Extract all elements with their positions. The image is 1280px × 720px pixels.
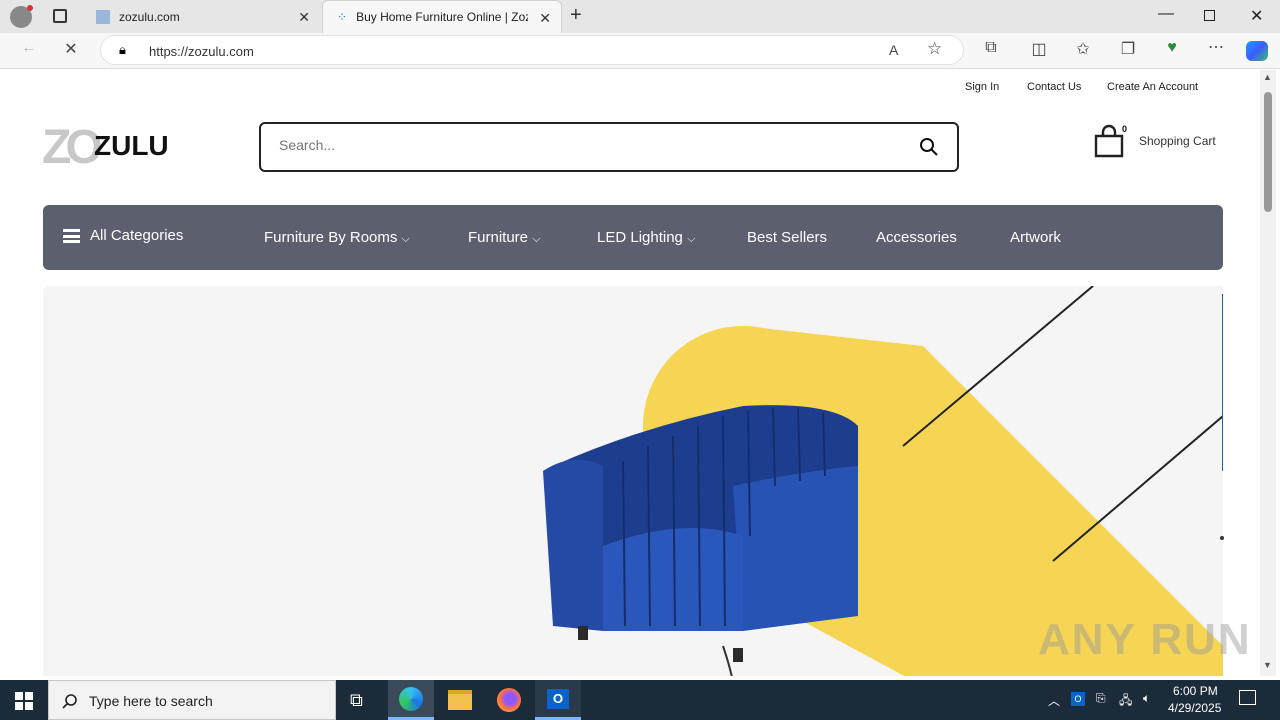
scrollbar-thumb[interactable]: [1264, 92, 1272, 212]
search-icon[interactable]: [919, 137, 939, 157]
more-menu-icon[interactable]: ⋯: [1205, 37, 1227, 57]
collections-icon[interactable]: ❐: [1117, 39, 1139, 59]
minimize-icon[interactable]: —: [1158, 5, 1174, 23]
nav-artwork[interactable]: Artwork: [1010, 229, 1061, 246]
tab-title: Buy Home Furniture Online | Zoz: [356, 10, 529, 24]
favorites-icon[interactable]: ✩: [1072, 39, 1094, 59]
lock-icon[interactable]: 🔒︎: [119, 42, 126, 58]
site-logo[interactable]: ZO ZULU: [42, 121, 182, 174]
nav-accessories[interactable]: Accessories: [876, 229, 957, 246]
page-scrollbar[interactable]: ▲ ▼: [1260, 70, 1276, 676]
nav-label: Artwork: [1010, 229, 1061, 246]
nav-label: Furniture: [468, 229, 529, 246]
nav-label: Furniture By Rooms: [264, 229, 398, 246]
nav-led-lighting[interactable]: LED Lighting ⌵: [597, 229, 695, 246]
shopping-bag-icon: [1094, 124, 1124, 158]
search-input[interactable]: [279, 137, 899, 153]
address-bar[interactable]: 🔒︎ https://zozulu.com A ☆: [100, 35, 964, 65]
network-icon[interactable]: 🖧︎: [1119, 691, 1132, 712]
nav-best-sellers[interactable]: Best Sellers: [747, 229, 827, 246]
new-tab-icon[interactable]: +: [570, 4, 582, 27]
sign-in-link[interactable]: Sign In: [965, 81, 999, 93]
extensions-icon[interactable]: ⧉: [980, 39, 1002, 57]
windows-start-icon[interactable]: [15, 692, 33, 710]
main-navigation: All Categories Furniture By Rooms ⌵ Furn…: [43, 205, 1223, 270]
all-categories-label: All Categories: [90, 227, 184, 244]
read-aloud-icon[interactable]: A: [889, 42, 898, 58]
chevron-down-icon: ⌵: [532, 233, 541, 245]
notifications-icon[interactable]: [1239, 690, 1256, 705]
task-view-icon[interactable]: ⧉: [350, 690, 363, 711]
search-box[interactable]: [259, 122, 959, 172]
split-screen-icon[interactable]: ◫: [1028, 39, 1050, 59]
close-window-icon[interactable]: ✕: [1250, 6, 1263, 26]
edge-logo: [399, 687, 423, 711]
contact-us-link[interactable]: Contact Us: [1027, 81, 1081, 93]
file-explorer-icon[interactable]: [448, 690, 472, 710]
meet-now-icon[interactable]: ⎘: [1096, 691, 1106, 706]
clock-date[interactable]: 4/29/2025: [1168, 701, 1221, 715]
stop-loading-icon[interactable]: ✕: [60, 39, 82, 59]
search-icon: [62, 694, 77, 709]
tab-zozulu[interactable]: zozulu.com ✕: [84, 0, 320, 33]
tab-title: zozulu.com: [119, 9, 180, 24]
loading-icon: ⁘: [337, 10, 348, 24]
taskbar-search-placeholder: Type here to search: [89, 693, 213, 709]
show-hidden-icons[interactable]: ︿: [1048, 692, 1060, 709]
tab-actions-icon[interactable]: [53, 9, 67, 23]
firefox-icon[interactable]: [497, 688, 521, 712]
nav-label: Accessories: [876, 229, 957, 246]
profile-notification-dot: [27, 5, 33, 11]
windows-taskbar: Type here to search ⧉ O ︿ O ⎘ 🖧︎ 🔈︎ 6:00…: [0, 680, 1280, 720]
tab-buy-home-furniture[interactable]: ⁘ Buy Home Furniture Online | Zoz ✕: [322, 0, 562, 33]
outlook-logo: O: [547, 689, 569, 709]
clock-time[interactable]: 6:00 PM: [1173, 684, 1218, 698]
cart-count-badge: 0: [1122, 124, 1128, 134]
edge-taskbar-icon[interactable]: [388, 680, 434, 720]
carousel-dot[interactable]: [1220, 536, 1224, 540]
logo-mark: ZO: [42, 121, 103, 174]
blue-armchair: [543, 405, 858, 676]
hamburger-middle-bar: [63, 234, 80, 238]
restore-icon[interactable]: [1204, 10, 1215, 21]
nav-furniture-by-rooms[interactable]: Furniture By Rooms ⌵: [264, 229, 410, 246]
back-icon[interactable]: ←: [18, 39, 40, 57]
chevron-down-icon: ⌵: [401, 233, 410, 245]
volume-icon[interactable]: 🔈︎: [1143, 691, 1150, 706]
create-account-link[interactable]: Create An Account: [1107, 81, 1198, 93]
anyrun-watermark: ANY RUN: [1038, 615, 1252, 664]
browser-tab-bar: zozulu.com ✕ ⁘ Buy Home Furniture Online…: [0, 0, 1280, 33]
cart-label: Shopping Cart: [1139, 134, 1216, 148]
url-text[interactable]: https://zozulu.com: [149, 44, 254, 59]
outlook-icon[interactable]: O: [535, 680, 581, 720]
scroll-up-icon[interactable]: ▲: [1263, 72, 1272, 82]
close-icon[interactable]: ✕: [298, 9, 310, 26]
taskbar-search[interactable]: Type here to search: [48, 680, 336, 720]
nav-furniture[interactable]: Furniture ⌵: [468, 229, 541, 246]
shopping-cart[interactable]: 0 Shopping Cart: [1092, 122, 1232, 162]
address-toolbar: ← ✕ 🔒︎ https://zozulu.com A ☆ ⧉ ◫ ✩ ❐ ♥ …: [0, 33, 1280, 69]
chevron-down-icon: ⌵: [687, 233, 696, 245]
decorative-line: [1052, 415, 1223, 562]
favorite-star-icon[interactable]: ☆: [927, 39, 942, 59]
page-viewport: Sign In Contact Us Create An Account ZO …: [4, 70, 1260, 676]
nav-label: LED Lighting: [597, 229, 683, 246]
close-icon[interactable]: ✕: [539, 10, 551, 27]
outlook-tray-icon[interactable]: O: [1071, 692, 1085, 706]
scroll-down-icon[interactable]: ▼: [1263, 660, 1272, 670]
site-favicon-icon: [96, 9, 110, 24]
nav-label: Best Sellers: [747, 229, 828, 246]
copilot-icon[interactable]: [1246, 41, 1268, 61]
logo-text: ZULU: [94, 130, 169, 161]
performance-icon[interactable]: ♥: [1161, 39, 1183, 57]
